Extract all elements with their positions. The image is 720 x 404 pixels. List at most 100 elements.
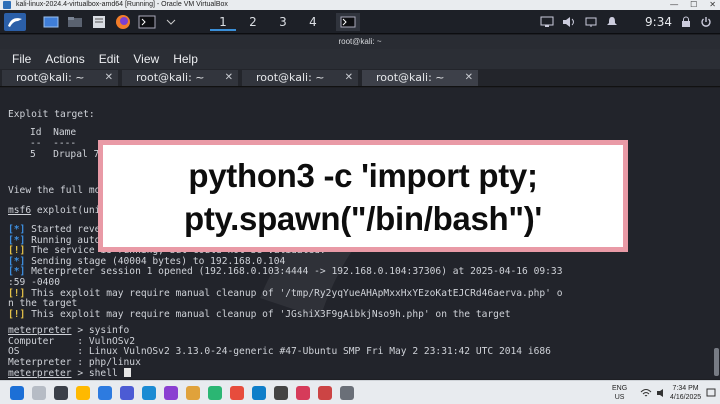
log-line-session: [*] Meterpreter session 1 opened (192.16… [8,267,563,278]
terminal-menubar: File Actions Edit View Help [0,49,720,69]
meterpreter-sysinfo-line: meterpreter > sysinfo [8,325,130,337]
windows-start-icon[interactable] [10,386,24,400]
log-line-cleanup-1: [!] This exploit may require manual clea… [8,287,563,300]
text-cursor [123,368,131,378]
workspace-1[interactable]: 1 [210,13,236,31]
sysinfo-meterpreter: Meterpreter : php/linux [8,356,141,368]
exploit-target-header: Exploit target: [8,109,95,120]
target-table-header: Id Name [30,127,77,138]
tab-close-icon[interactable]: ✕ [465,70,473,86]
virtualbox-title: kali-linux-2024.4-virtualbox-amd64 [Runn… [16,1,228,8]
info-tag: [*] [8,234,26,246]
virtualbox-title-bar: kali-linux-2024.4-virtualbox-amd64 [Runn… [0,0,720,10]
app-icon-2[interactable] [208,386,222,400]
menu-edit[interactable]: Edit [99,52,120,66]
target-table-separator: -- ---- [30,138,77,149]
windows-taskbar: ENG US 7:34 PM 4/16/2025 [0,380,720,404]
terminal-tab-3[interactable]: root@kali: ~ ✕ [242,70,358,86]
tab-label: root@kali: ~ [376,71,445,84]
meterpreter-command: > shell [71,368,124,379]
caption-line-1: python3 -c 'import pty; [188,157,538,194]
meterpreter-prompt: meterpreter [8,325,72,336]
virtualbox-taskbar-icon[interactable] [252,386,266,400]
panel-status-icons [540,13,618,31]
edge-icon[interactable] [142,386,156,400]
taskbar-terminal-icon[interactable] [336,13,360,31]
taskbar-date: 4/16/2025 [670,394,702,401]
language-indicator[interactable]: ENG US [612,384,627,402]
panel-clock: 9:34 [645,15,672,29]
volume-icon[interactable] [562,16,576,28]
kali-menu-icon[interactable] [4,13,26,31]
power-icon[interactable] [700,16,712,28]
lock-icon[interactable] [680,16,692,28]
app-icon-3[interactable] [230,386,244,400]
log-text: Sending stage (40004 bytes) to 192.168.0… [25,255,286,267]
minimize-button[interactable]: — [670,0,678,10]
file-explorer-icon[interactable] [76,386,90,400]
msf-prompt: msf6 [8,205,32,216]
workspace-3[interactable]: 3 [270,13,296,31]
close-button[interactable]: ✕ [709,0,716,10]
desktop-icon[interactable] [40,13,62,31]
log-line-cleanup-2: [!] This exploit may require manual clea… [8,308,511,321]
taskbar-clock[interactable]: 7:34 PM 4/16/2025 [670,384,701,402]
tab-close-icon[interactable]: ✕ [345,70,353,86]
terminal-tab-2[interactable]: root@kali: ~ ✕ [122,70,238,86]
info-tag: [*] [8,255,26,267]
app-icon-5[interactable] [296,386,310,400]
tab-label: root@kali: ~ [256,71,325,84]
log-text: This exploit may require manual cleanup … [25,287,563,299]
menu-actions[interactable]: Actions [45,52,84,66]
task-view-icon[interactable] [54,386,68,400]
info-tag: [*] [8,224,26,235]
terminal-scrollbar[interactable] [714,348,719,376]
chrome-icon[interactable] [98,386,112,400]
notification-icon[interactable] [706,388,716,398]
text-editor-icon[interactable] [88,13,110,31]
notification-bell-icon[interactable] [606,16,618,28]
menu-help[interactable]: Help [173,52,198,66]
firefox-icon[interactable] [112,13,134,31]
warn-tag: [!] [8,308,26,320]
app-icon-6[interactable] [340,386,354,400]
store-icon[interactable] [186,386,200,400]
terminal-tab-1[interactable]: root@kali: ~ ✕ [2,70,118,86]
meterpreter-shell-line: meterpreter > shell [8,368,131,379]
tab-label: root@kali: ~ [16,71,85,84]
meterpreter-command: > sysinfo [71,325,130,336]
dropdown-icon[interactable] [160,13,182,31]
wifi-icon[interactable] [640,388,652,398]
tab-label: root@kali: ~ [136,71,205,84]
language-code: ENG [612,385,628,392]
terminal-tab-bar: root@kali: ~ ✕ root@kali: ~ ✕ root@kali:… [0,69,720,87]
search-icon[interactable] [32,386,46,400]
network-icon[interactable] [584,16,598,28]
warn-tag: [!] [8,287,26,299]
log-text: This exploit may require manual cleanup … [25,308,511,320]
taskbar-time: 7:34 PM [672,385,699,392]
monitor-icon[interactable] [540,16,554,28]
app-icon-4[interactable] [274,386,288,400]
kali-top-panel: 1 2 3 4 9:34 [0,10,720,34]
recorder-icon[interactable] [318,386,332,400]
speaker-icon[interactable] [656,388,668,398]
terminal-window-title: root@kali: ~ [0,35,720,49]
tab-close-icon[interactable]: ✕ [225,70,233,86]
file-manager-icon[interactable] [64,13,86,31]
workspace-4[interactable]: 4 [300,13,326,31]
tab-close-icon[interactable]: ✕ [105,70,113,86]
panel-system-icons [680,13,712,31]
menu-file[interactable]: File [12,52,31,66]
terminal-launcher-icon[interactable] [136,13,158,31]
meterpreter-prompt: meterpreter [8,368,72,379]
info-tag: [*] [8,266,26,278]
app-icon[interactable] [164,386,178,400]
virtualbox-icon [3,1,11,9]
menu-view[interactable]: View [133,52,159,66]
maximize-button[interactable]: ☐ [690,0,697,10]
keyboard-layout: US [614,394,625,401]
teams-icon[interactable] [120,386,134,400]
workspace-2[interactable]: 2 [240,13,266,31]
terminal-tab-4[interactable]: root@kali: ~ ✕ [362,70,478,86]
